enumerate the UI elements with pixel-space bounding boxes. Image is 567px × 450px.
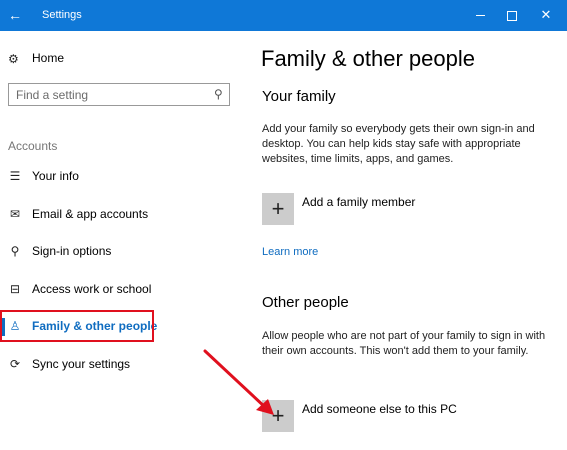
annotation-arrow [203, 349, 274, 415]
